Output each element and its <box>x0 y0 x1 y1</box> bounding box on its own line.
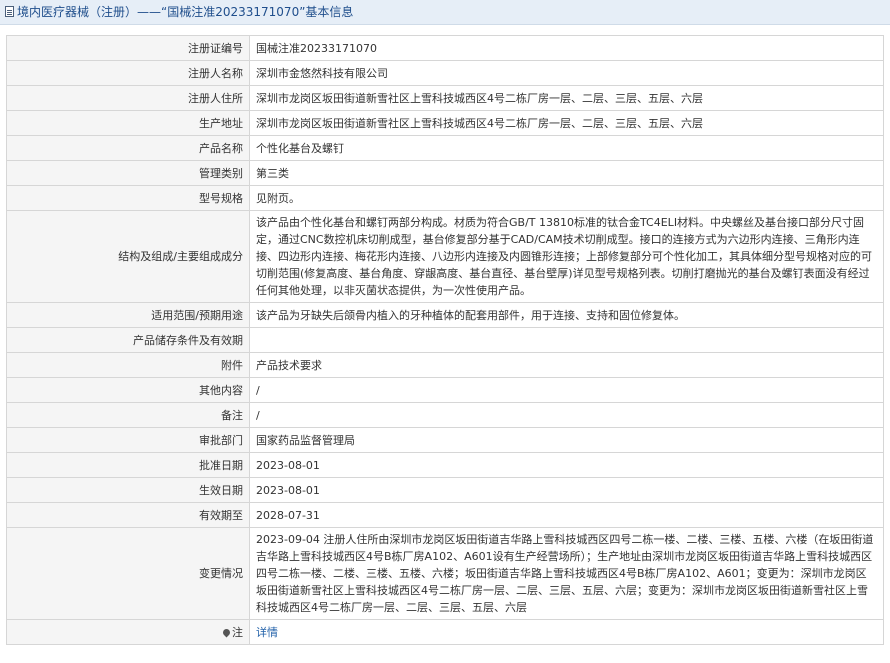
label-management-category: 管理类别 <box>6 160 250 186</box>
label-attachment: 附件 <box>6 352 250 378</box>
table-row: 审批部门 国家药品监督管理局 <box>6 427 884 453</box>
label-remarks: 备注 <box>6 402 250 428</box>
table-row: 型号规格 见附页。 <box>6 185 884 211</box>
value-approval-department: 国家药品监督管理局 <box>249 427 884 453</box>
value-registrant-address: 深圳市龙岗区坂田街道新雪社区上雪科技城西区4号二栋厂房一层、二层、三层、五层、六… <box>249 85 884 111</box>
label-model-spec: 型号规格 <box>6 185 250 211</box>
value-management-category: 第三类 <box>249 160 884 186</box>
value-model-spec: 见附页。 <box>249 185 884 211</box>
label-approval-date: 批准日期 <box>6 452 250 478</box>
value-note: 详情 <box>249 619 884 645</box>
table-row: 生效日期 2023-08-01 <box>6 477 884 503</box>
table-row: 注 详情 <box>6 619 884 645</box>
value-production-address: 深圳市龙岗区坂田街道新雪社区上雪科技城西区4号二栋厂房一层、二层、三层、五层、六… <box>249 110 884 136</box>
pin-icon <box>221 627 232 637</box>
value-intended-use: 该产品为牙缺失后颌骨内植入的牙种植体的配套用部件，用于连接、支持和固位修复体。 <box>249 302 884 328</box>
label-effective-date: 生效日期 <box>6 477 250 503</box>
value-change-history: 2023-09-04 注册人住所由深圳市龙岗区坂田街道吉华路上雪科技城西区四号二… <box>249 527 884 620</box>
value-valid-until: 2028-07-31 <box>249 502 884 528</box>
page-title: 境内医疗器械（注册）——“国械注准20233171070”基本信息 <box>17 5 354 19</box>
document-icon <box>5 6 14 17</box>
label-note: 注 <box>6 619 250 645</box>
label-change-history: 变更情况 <box>6 527 250 620</box>
label-registrant-address: 注册人住所 <box>6 85 250 111</box>
table-row: 结构及组成/主要组成成分 该产品由个性化基台和螺钉两部分构成。材质为符合GB/T… <box>6 210 884 303</box>
value-registrant-name: 深圳市金悠然科技有限公司 <box>249 60 884 86</box>
page-header: 境内医疗器械（注册）——“国械注准20233171070”基本信息 <box>0 0 890 25</box>
label-intended-use: 适用范围/预期用途 <box>6 302 250 328</box>
label-approval-department: 审批部门 <box>6 427 250 453</box>
value-other-content: / <box>249 377 884 403</box>
table-row: 注册人住所 深圳市龙岗区坂田街道新雪社区上雪科技城西区4号二栋厂房一层、二层、三… <box>6 85 884 111</box>
label-other-content: 其他内容 <box>6 377 250 403</box>
value-approval-date: 2023-08-01 <box>249 452 884 478</box>
value-structure-composition: 该产品由个性化基台和螺钉两部分构成。材质为符合GB/T 13810标准的钛合金T… <box>249 210 884 303</box>
value-product-name: 个性化基台及螺钉 <box>249 135 884 161</box>
note-label: 注 <box>232 625 243 639</box>
table-row: 注册人名称 深圳市金悠然科技有限公司 <box>6 60 884 86</box>
label-registration-number: 注册证编号 <box>6 35 250 61</box>
table-row: 批准日期 2023-08-01 <box>6 452 884 478</box>
table-row: 注册证编号 国械注准20233171070 <box>6 35 884 61</box>
table-row: 变更情况 2023-09-04 注册人住所由深圳市龙岗区坂田街道吉华路上雪科技城… <box>6 527 884 620</box>
table-row: 管理类别 第三类 <box>6 160 884 186</box>
info-table: 注册证编号 国械注准20233171070 注册人名称 深圳市金悠然科技有限公司… <box>6 35 884 645</box>
table-row: 有效期至 2028-07-31 <box>6 502 884 528</box>
table-row: 附件 产品技术要求 <box>6 352 884 378</box>
table-row: 产品储存条件及有效期 <box>6 327 884 353</box>
label-storage-validity: 产品储存条件及有效期 <box>6 327 250 353</box>
value-effective-date: 2023-08-01 <box>249 477 884 503</box>
table-row: 生产地址 深圳市龙岗区坂田街道新雪社区上雪科技城西区4号二栋厂房一层、二层、三层… <box>6 110 884 136</box>
label-product-name: 产品名称 <box>6 135 250 161</box>
details-link[interactable]: 详情 <box>256 626 278 639</box>
label-registrant-name: 注册人名称 <box>6 60 250 86</box>
table-row: 适用范围/预期用途 该产品为牙缺失后颌骨内植入的牙种植体的配套用部件，用于连接、… <box>6 302 884 328</box>
label-production-address: 生产地址 <box>6 110 250 136</box>
label-valid-until: 有效期至 <box>6 502 250 528</box>
value-storage-validity <box>249 327 884 353</box>
label-structure-composition: 结构及组成/主要组成成分 <box>6 210 250 303</box>
table-row: 备注 / <box>6 402 884 428</box>
value-registration-number: 国械注准20233171070 <box>249 35 884 61</box>
value-remarks: / <box>249 402 884 428</box>
table-row: 产品名称 个性化基台及螺钉 <box>6 135 884 161</box>
table-row: 其他内容 / <box>6 377 884 403</box>
value-attachment: 产品技术要求 <box>249 352 884 378</box>
